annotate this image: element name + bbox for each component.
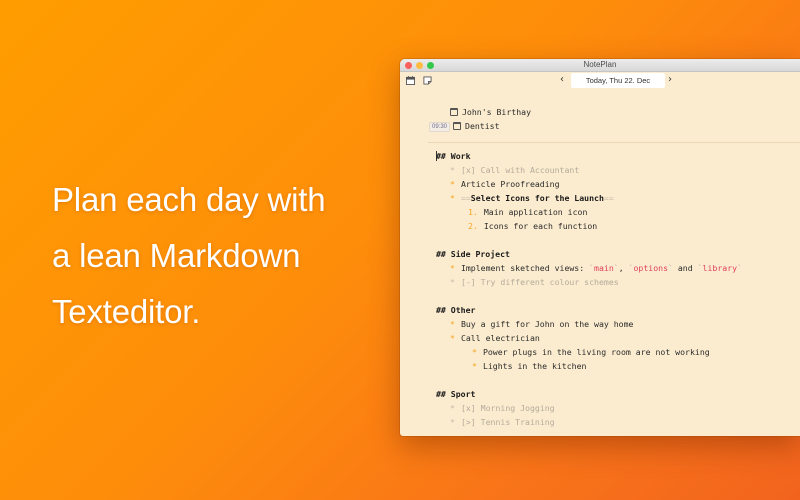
event-title: John's Birthay bbox=[462, 107, 532, 117]
note-editor[interactable]: John's Birthay 09:30 Dentist ## Work * [x]… bbox=[400, 91, 800, 436]
task-item[interactable]: * [x] Morning Jogging bbox=[450, 401, 555, 415]
task-subitem[interactable]: * Power plugs in the living room are not … bbox=[472, 345, 710, 359]
event-title: Dentist bbox=[465, 121, 500, 131]
date-display[interactable]: Today, Thu 22. Dec bbox=[571, 73, 665, 88]
note-icon[interactable] bbox=[423, 76, 432, 85]
heading-side-project: ## Side Project bbox=[436, 249, 510, 259]
heading-other: ## Other bbox=[436, 305, 476, 315]
task-item[interactable]: * Call electrician bbox=[450, 331, 540, 345]
task-item[interactable]: * Article Proofreading bbox=[450, 177, 560, 191]
calendar-event[interactable]: John's Birthay bbox=[450, 105, 531, 119]
task-item[interactable]: * Implement sketched views: `main`, `opti… bbox=[450, 261, 742, 275]
calendar-icon[interactable] bbox=[406, 76, 415, 85]
task-item[interactable]: * [>] Tennis Training bbox=[450, 415, 555, 429]
task-item[interactable]: * [x] Call with Accountant bbox=[450, 163, 579, 177]
calendar-icon bbox=[450, 108, 458, 116]
calendar-icon bbox=[453, 122, 462, 130]
inline-code: `library` bbox=[697, 263, 742, 273]
numbered-item[interactable]: 2. Icons for each function bbox=[468, 219, 597, 233]
event-time-badge: 09:30 bbox=[429, 122, 451, 132]
inline-code: `main` bbox=[589, 263, 619, 273]
inline-code: `options` bbox=[628, 263, 673, 273]
next-day-button[interactable]: › bbox=[668, 74, 672, 85]
heading-work: ## Work bbox=[436, 151, 471, 161]
events-divider bbox=[428, 142, 800, 143]
heading-sport: ## Sport bbox=[436, 389, 476, 399]
marketing-tagline: Plan each day with a lean Markdown Texte… bbox=[52, 172, 326, 340]
previous-day-button[interactable]: ‹ bbox=[560, 74, 564, 85]
tagline-line-2: a lean Markdown bbox=[52, 237, 301, 274]
task-item[interactable]: * Buy a gift for John on the way home bbox=[450, 317, 633, 331]
task-item[interactable]: * [-] Try different colour schemes bbox=[450, 275, 619, 289]
toolbar: ‹ Today, Thu 22. Dec › bbox=[400, 72, 800, 90]
title-bar[interactable]: NotePlan bbox=[400, 59, 800, 72]
tagline-line-1: Plan each day with bbox=[52, 181, 326, 218]
task-subitem[interactable]: * Lights in the kitchen bbox=[472, 359, 586, 373]
window-title: NotePlan bbox=[583, 60, 617, 69]
numbered-item[interactable]: 1. Main application icon bbox=[468, 205, 587, 219]
task-item[interactable]: * ==Select Icons for the Launch== bbox=[450, 191, 614, 205]
app-window: NotePlan ‹ Today, Thu 22. Dec › John's B… bbox=[400, 59, 800, 436]
calendar-event[interactable]: 09:30 Dentist bbox=[429, 119, 500, 133]
tagline-line-3: Texteditor. bbox=[52, 293, 201, 330]
